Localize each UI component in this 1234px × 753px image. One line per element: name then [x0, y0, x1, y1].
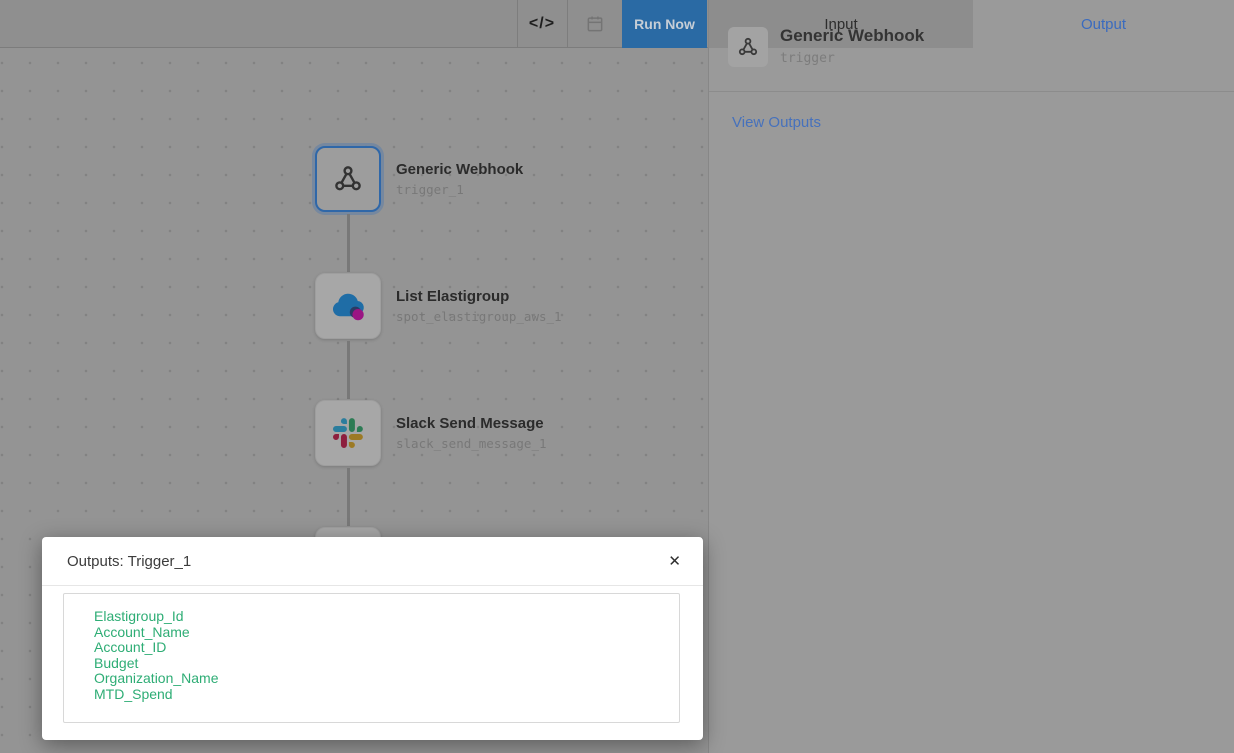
- output-item[interactable]: Budget: [94, 656, 669, 672]
- schedule-button[interactable]: [567, 0, 622, 47]
- modal-header: Outputs: Trigger_1 ✕: [42, 537, 703, 586]
- view-outputs-link[interactable]: View Outputs: [732, 114, 821, 131]
- node-id: trigger_1: [396, 182, 523, 197]
- node-title: Generic Webhook: [396, 161, 523, 178]
- outputs-modal: Outputs: Trigger_1 ✕ Elastigroup_Id Acco…: [42, 537, 703, 740]
- node-title: Slack Send Message: [396, 415, 547, 432]
- node-id: slack_send_message_1: [396, 436, 547, 451]
- output-item[interactable]: Elastigroup_Id: [94, 609, 669, 625]
- run-now-label: Run Now: [634, 16, 695, 32]
- node-label-slack: Slack Send Message slack_send_message_1: [396, 415, 547, 451]
- tab-output[interactable]: Output: [973, 0, 1234, 48]
- modal-title: Outputs: Trigger_1: [67, 553, 191, 570]
- webhook-icon: [736, 35, 760, 59]
- code-icon: </>: [529, 15, 555, 33]
- outputs-list-box: Elastigroup_Id Account_Name Account_ID B…: [63, 593, 680, 723]
- canvas-toolbar: </> Run Now: [0, 0, 708, 48]
- run-now-button[interactable]: Run Now: [622, 0, 707, 48]
- node-connector: [347, 214, 350, 272]
- workflow-node-slack[interactable]: [315, 400, 381, 466]
- output-item[interactable]: Organization_Name: [94, 671, 669, 687]
- workflow-node-trigger[interactable]: [315, 146, 381, 212]
- node-title: List Elastigroup: [396, 288, 562, 305]
- code-view-button[interactable]: </>: [517, 0, 567, 47]
- output-item[interactable]: MTD_Spend: [94, 687, 669, 703]
- close-icon[interactable]: ✕: [668, 554, 681, 569]
- workflow-node-elastigroup[interactable]: [315, 273, 381, 339]
- node-connector: [347, 468, 350, 526]
- node-id: spot_elastigroup_aws_1: [396, 309, 562, 324]
- spot-cloud-icon: [328, 288, 368, 324]
- panel-divider: [709, 91, 1234, 92]
- tab-output-label: Output: [1081, 16, 1126, 33]
- output-item[interactable]: Account_Name: [94, 625, 669, 641]
- calendar-icon: [585, 14, 605, 34]
- slack-icon: [333, 418, 363, 448]
- node-connector: [347, 341, 350, 399]
- panel-node-type: trigger: [780, 51, 835, 66]
- node-label-elastigroup: List Elastigroup spot_elastigroup_aws_1: [396, 288, 562, 324]
- webhook-icon: [331, 162, 365, 196]
- node-type-icon-box: [728, 27, 768, 67]
- node-label-trigger: Generic Webhook trigger_1: [396, 161, 523, 197]
- node-details-panel: Input Output Generic Webhook trigger Vie…: [708, 0, 1234, 753]
- panel-node-title: Generic Webhook: [780, 26, 924, 46]
- output-item[interactable]: Account_ID: [94, 640, 669, 656]
